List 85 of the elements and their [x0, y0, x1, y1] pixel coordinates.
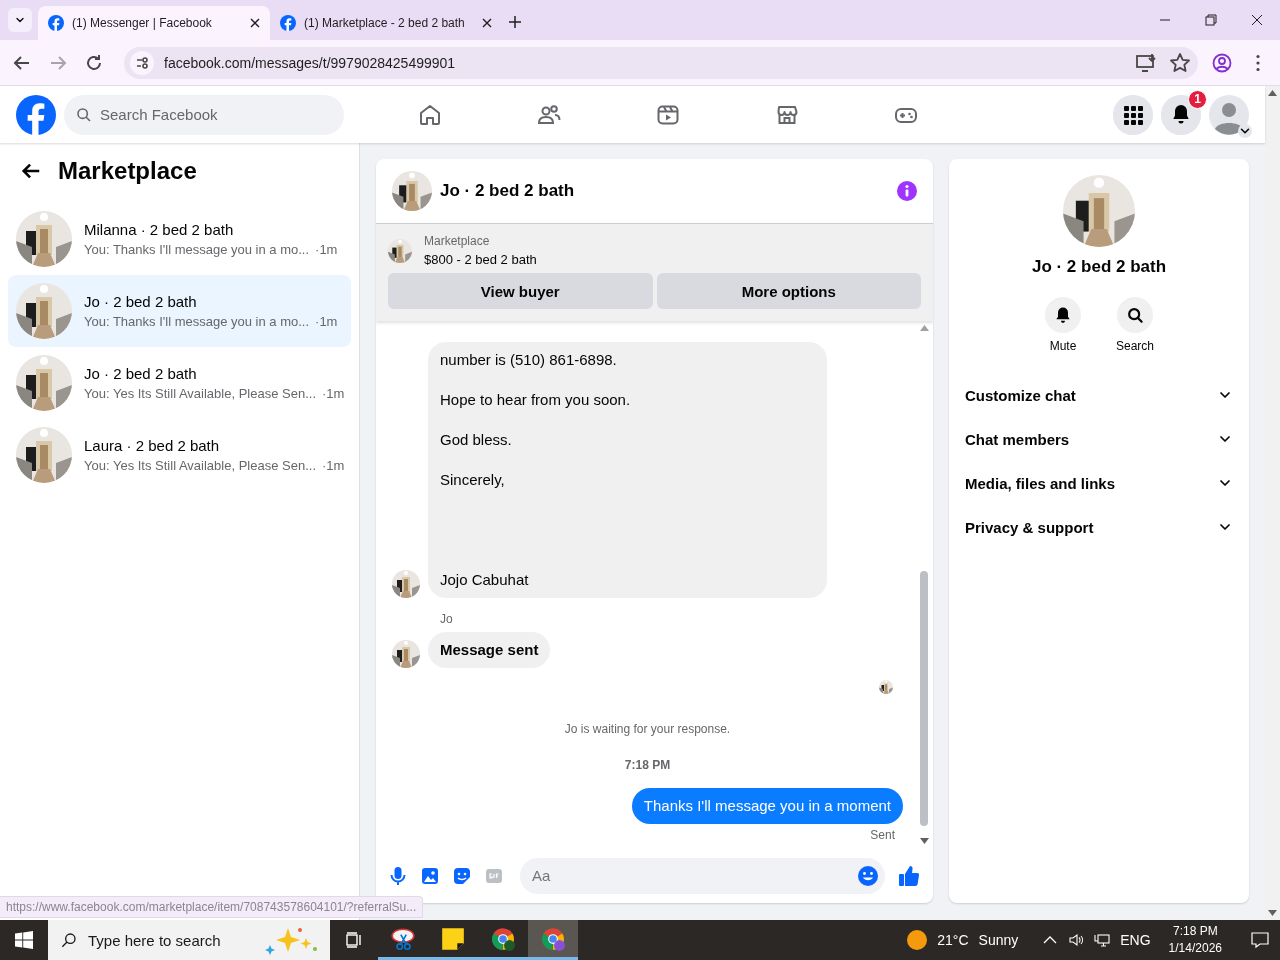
scroll-down-icon[interactable] — [1268, 910, 1277, 916]
section-header[interactable]: Customize chat — [957, 373, 1241, 417]
waiting-notice: Jo is waiting for your response. — [563, 722, 732, 736]
listing-label: Marketplace — [424, 234, 491, 248]
chat-item[interactable]: Jo · 2 bed 2 bath You: Thanks I'll message you in a mo... ·1m — [8, 275, 351, 347]
search-icon[interactable] — [1125, 305, 1145, 325]
speaker-icon[interactable] — [1068, 932, 1085, 948]
scrollbar-thumb[interactable] — [920, 571, 928, 826]
chat-name: Jo · 2 bed 2 bath — [84, 365, 198, 382]
section-header[interactable]: Chat members — [957, 417, 1241, 461]
url-text: facebook.com/messages/t/9979028425499901 — [164, 54, 457, 71]
chat-name: Jo · 2 bed 2 bath — [84, 293, 198, 310]
star-icon[interactable] — [1168, 50, 1192, 75]
sidebar-title: Marketplace — [58, 157, 197, 185]
message-field[interactable]: Aa — [520, 857, 885, 894]
thumbs-up-icon[interactable] — [897, 863, 921, 888]
section-header[interactable]: Privacy & support — [957, 505, 1241, 549]
message-status: Sent — [869, 828, 895, 842]
message-bubble: number is (510) 861-6898. Hope to hear from you soon. God bless. Sincerely, Jojo Cabuhat — [428, 342, 827, 598]
logo-icon[interactable] — [48, 15, 64, 31]
task-view-icon[interactable] — [344, 930, 364, 950]
notification-badge: 1 — [1188, 89, 1207, 109]
chat-item[interactable]: Milanna · 2 bed 2 bath You: Thanks I'll message you in a mo... ·1m — [8, 203, 351, 275]
chat-title: Jo · 2 bed 2 bath — [440, 181, 576, 201]
taskbar-search-field[interactable]: Type here to search — [48, 920, 330, 960]
scroll-down-icon[interactable] — [919, 838, 929, 844]
chat-preview: You: Yes Its Still Available, Please Sen... — [84, 386, 316, 401]
message-time: 7:18 PM — [623, 758, 672, 772]
sticky-note-icon[interactable] — [440, 925, 466, 952]
notification-center-icon[interactable] — [1250, 930, 1270, 950]
message-bubble: Thanks I'll message you in a moment — [631, 788, 903, 824]
search-field[interactable]: Search Facebook — [64, 94, 344, 135]
weather-temperature: 21°C — [937, 932, 969, 948]
clock[interactable]: 7:18 PM 1/14/2026 — [1168, 923, 1222, 957]
chat-preview: You: Thanks I'll message you in a mo... — [84, 242, 310, 257]
chat-time: ·1m — [315, 314, 338, 329]
listing-action-button[interactable]: More options — [656, 273, 921, 309]
sun-icon[interactable] — [907, 930, 928, 950]
friends-icon[interactable] — [536, 102, 561, 127]
status-url: https://www.facebook.com/marketplace/item/708743578604101/?referralSu... — [0, 896, 424, 918]
mute-button[interactable] — [1045, 297, 1081, 333]
info-icon[interactable] — [897, 181, 917, 201]
action-label: Search — [1116, 339, 1154, 353]
browser-tab[interactable]: (1) Marketplace - 2 bed 2 bath — [270, 6, 502, 40]
windows-icon[interactable] — [15, 931, 33, 949]
chat-time: ·1m — [322, 458, 345, 473]
logo-icon[interactable] — [280, 15, 296, 31]
chat-preview: You: Yes Its Still Available, Please Sen... — [84, 458, 316, 473]
microphone-icon[interactable] — [388, 865, 408, 886]
contact-name: Jo · 2 bed 2 bath — [1031, 257, 1167, 277]
chevron-icon[interactable] — [1238, 123, 1252, 138]
chat-item[interactable]: Laura · 2 bed 2 bath You: Yes Its Still Available, Please Sen... ·1m — [8, 419, 351, 491]
chat-time: ·1m — [315, 242, 338, 257]
scissors-icon[interactable] — [390, 925, 416, 952]
chat-preview: You: Thanks I'll message you in a mo... — [84, 314, 310, 329]
language-indicator[interactable]: ENG — [1120, 932, 1151, 948]
message-bubble: Message sent — [428, 632, 551, 668]
browser-icon[interactable] — [490, 925, 516, 952]
logo-icon[interactable] — [16, 94, 56, 135]
new-tab-icon[interactable] — [508, 15, 522, 29]
scroll-up-icon[interactable] — [919, 325, 929, 331]
site-settings-icon[interactable] — [130, 50, 154, 75]
weather-condition: Sunny — [978, 932, 1019, 948]
scroll-up-icon[interactable] — [1268, 90, 1277, 96]
chat-name: Laura · 2 bed 2 bath — [84, 437, 221, 454]
sender-name: Jo — [440, 612, 454, 626]
listing-title: $800 - 2 bed 2 bath — [424, 252, 537, 267]
network-icon[interactable] — [1094, 932, 1111, 948]
action-label: Mute — [1049, 339, 1077, 353]
close-icon[interactable] — [250, 18, 260, 28]
address-bar[interactable]: facebook.com/messages/t/9979028425499901 — [124, 46, 1198, 79]
close-icon[interactable] — [482, 18, 492, 28]
browser-icon[interactable] — [540, 925, 566, 952]
browser-tab[interactable]: (1) Messenger | Facebook — [38, 6, 270, 40]
search-icon[interactable] — [61, 932, 77, 948]
chat-time: ·1m — [322, 386, 345, 401]
emoji-icon[interactable] — [857, 864, 879, 887]
listing-action-button[interactable]: View buyer — [388, 273, 653, 309]
search-button[interactable] — [1117, 297, 1153, 333]
image-icon[interactable] — [420, 865, 440, 886]
sticker-icon[interactable] — [452, 865, 472, 886]
section-header[interactable]: Media, files and links — [957, 461, 1241, 505]
chat-name: Milanna · 2 bed 2 bath — [84, 221, 235, 238]
home-icon[interactable] — [417, 102, 442, 127]
chat-item[interactable]: Jo · 2 bed 2 bath You: Yes Its Still Available, Please Sen... ·1m — [8, 347, 351, 419]
